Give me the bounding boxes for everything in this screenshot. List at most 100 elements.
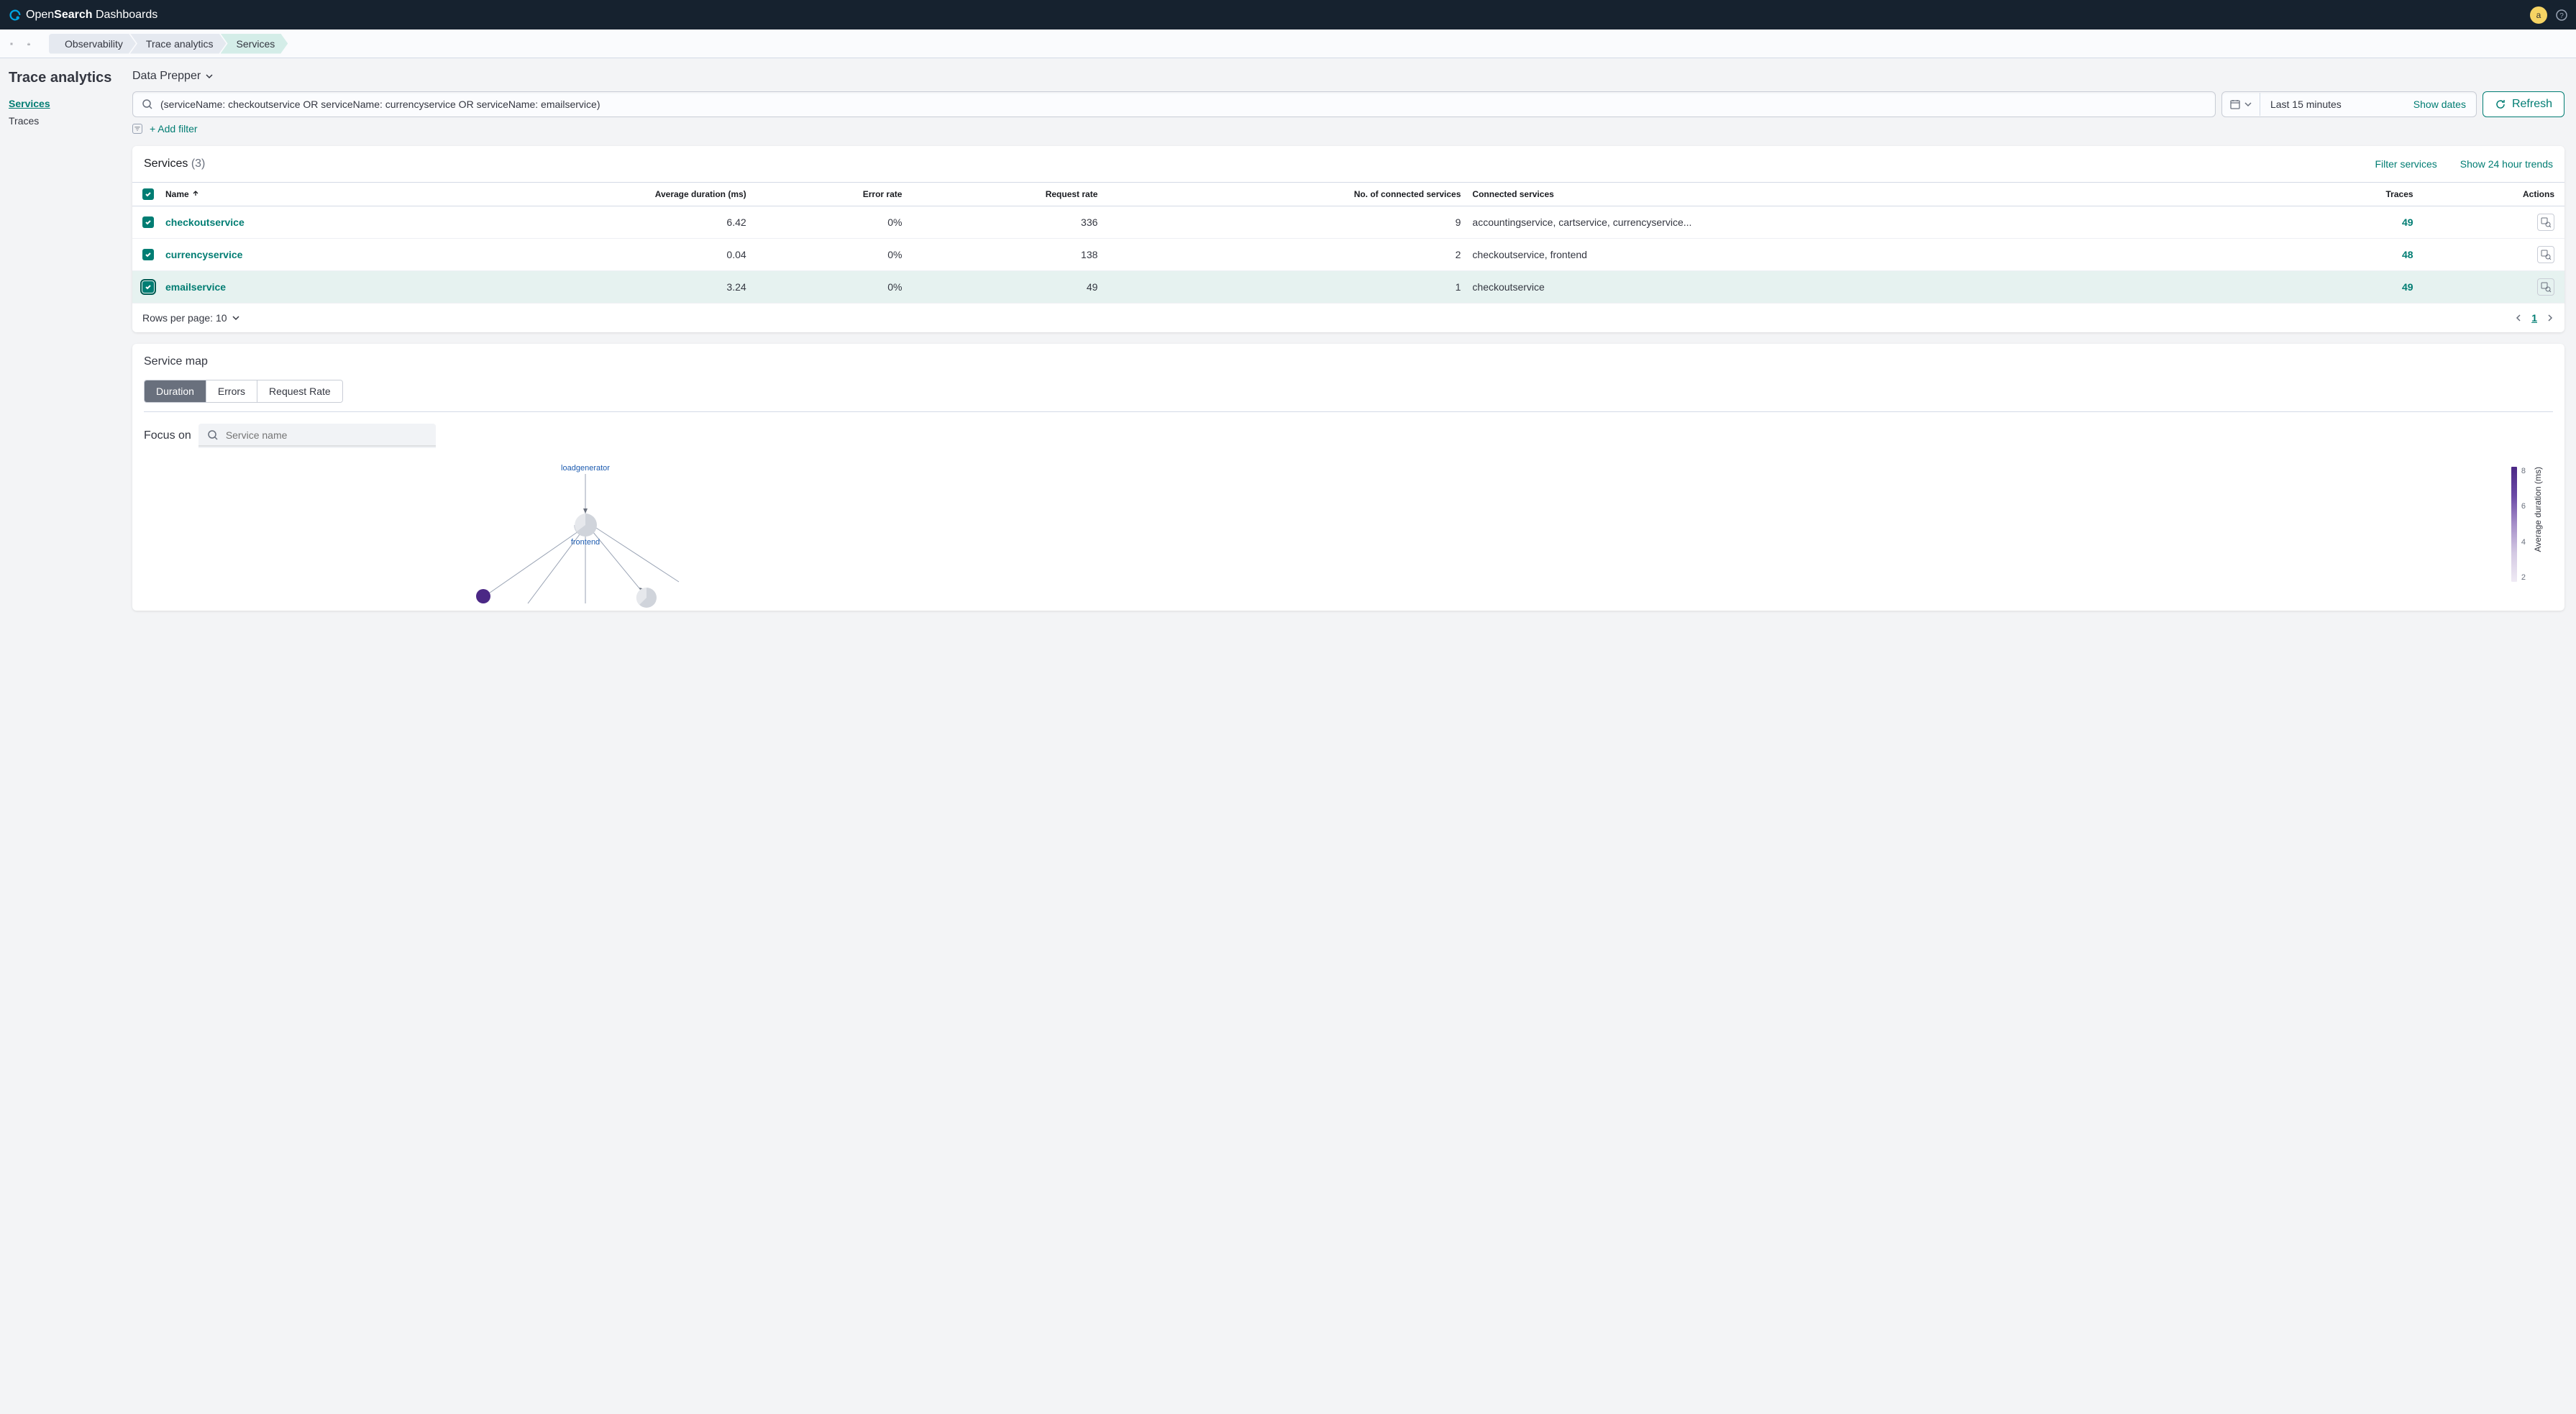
row-checkbox[interactable] — [142, 281, 154, 293]
tab-duration[interactable]: Duration — [145, 380, 206, 402]
inspect-icon — [2540, 216, 2552, 228]
focus-input[interactable] — [198, 424, 436, 448]
table-row[interactable]: checkoutservice 6.42 0% 336 9 accounting… — [132, 206, 2564, 239]
sidebar-item-services[interactable]: Services — [9, 95, 132, 112]
tab-request-rate[interactable]: Request Rate — [257, 380, 342, 402]
opensearch-logo-icon — [9, 9, 22, 22]
traces-link[interactable]: 49 — [2402, 281, 2413, 293]
inspect-icon — [2540, 249, 2552, 260]
service-link[interactable]: checkoutservice — [165, 216, 245, 228]
breadcrumb: Observability Trace analytics Services — [49, 34, 288, 54]
breadcrumb-services[interactable]: Services — [221, 34, 288, 54]
cell-avg: 6.42 — [437, 206, 752, 239]
menu-toggle-icon[interactable] — [6, 38, 17, 50]
breadcrumb-trace-analytics[interactable]: Trace analytics — [130, 34, 227, 54]
services-panel: Services (3) Filter services Show 24 hou… — [132, 146, 2564, 332]
cell-conn: checkoutservice, frontend — [1466, 239, 2174, 271]
inspect-button[interactable] — [2537, 214, 2554, 231]
cell-req: 138 — [908, 239, 1103, 271]
show-dates-button[interactable]: Show dates — [2413, 99, 2476, 110]
rows-per-page-selector[interactable]: Rows per page: 10 — [142, 312, 240, 324]
refresh-button[interactable]: Refresh — [2483, 91, 2564, 117]
filter-settings-icon[interactable] — [132, 124, 142, 134]
service-map-graph[interactable]: loadgenerator frontend 8 — [132, 460, 2564, 611]
data-source-selector[interactable]: Data Prepper — [132, 70, 214, 83]
cell-conn: accountingservice, cartservice, currency… — [1466, 206, 2174, 239]
node-frontend[interactable] — [574, 514, 597, 537]
table-row[interactable]: emailservice 3.24 0% 49 1 checkoutservic… — [132, 271, 2564, 304]
data-source-label: Data Prepper — [132, 70, 201, 83]
inspect-icon — [2540, 281, 2552, 293]
avatar[interactable]: a — [2530, 6, 2547, 24]
cell-avg: 3.24 — [437, 271, 752, 304]
service-map-panel: Service map Duration Errors Request Rate… — [132, 344, 2564, 611]
page-number[interactable]: 1 — [2531, 312, 2537, 324]
cell-req: 336 — [908, 206, 1103, 239]
time-picker[interactable]: Last 15 minutes Show dates — [2221, 91, 2477, 117]
sort-asc-icon — [192, 190, 199, 197]
legend-tick: 6 — [2521, 502, 2526, 511]
col-request-rate[interactable]: Request rate — [908, 183, 1103, 206]
row-checkbox[interactable] — [142, 216, 154, 228]
search-value: (serviceName: checkoutservice OR service… — [160, 99, 600, 110]
svg-text:?: ? — [2559, 12, 2564, 20]
node-partial[interactable] — [636, 588, 657, 608]
time-range-text: Last 15 minutes — [2260, 93, 2413, 116]
check-icon — [145, 251, 152, 258]
next-page-button[interactable] — [2546, 314, 2554, 322]
col-connected[interactable]: Connected services — [1466, 183, 2174, 206]
cell-conn-count: 1 — [1103, 271, 1466, 304]
node-label-frontend: frontend — [571, 538, 600, 547]
tab-errors[interactable]: Errors — [206, 380, 257, 402]
calendar-icon — [2229, 99, 2241, 110]
chevron-down-icon — [232, 314, 240, 322]
search-input[interactable]: (serviceName: checkoutservice OR service… — [132, 91, 2216, 117]
service-link[interactable]: currencyservice — [165, 249, 242, 260]
breadcrumb-observability[interactable]: Observability — [49, 34, 136, 54]
service-link[interactable]: emailservice — [165, 281, 226, 293]
refresh-icon — [2495, 99, 2506, 110]
search-icon — [207, 429, 219, 441]
col-actions: Actions — [2419, 183, 2564, 206]
help-icon[interactable]: ? — [2556, 9, 2567, 21]
col-avg-duration[interactable]: Average duration (ms) — [437, 183, 752, 206]
col-traces[interactable]: Traces — [2175, 183, 2419, 206]
check-icon — [145, 219, 152, 226]
logo[interactable]: OpenSearch Dashboards — [9, 9, 157, 22]
legend-tick: 4 — [2521, 538, 2526, 547]
col-name[interactable]: Name — [160, 183, 437, 206]
inspect-button[interactable] — [2537, 246, 2554, 263]
traces-link[interactable]: 49 — [2402, 216, 2413, 228]
col-error-rate[interactable]: Error rate — [752, 183, 908, 206]
filter-services-button[interactable]: Filter services — [2375, 158, 2436, 170]
add-filter-button[interactable]: + Add filter — [150, 123, 198, 134]
cell-err: 0% — [752, 271, 908, 304]
focus-text-input[interactable] — [226, 429, 427, 441]
app-header: OpenSearch Dashboards a ? — [0, 0, 2576, 29]
table-row[interactable]: currencyservice 0.04 0% 138 2 checkoutse… — [132, 239, 2564, 271]
legend-gradient — [2511, 467, 2517, 582]
legend-tick: 2 — [2521, 573, 2526, 582]
focus-label: Focus on — [144, 429, 191, 442]
cell-err: 0% — [752, 239, 908, 271]
traces-link[interactable]: 48 — [2402, 249, 2413, 260]
inspect-button[interactable] — [2537, 278, 2554, 296]
pagination: 1 — [2514, 312, 2554, 324]
logo-text: OpenSearch Dashboards — [26, 9, 157, 22]
show-trends-button[interactable]: Show 24 hour trends — [2460, 158, 2553, 170]
map-metric-tabs: Duration Errors Request Rate — [144, 380, 343, 403]
content: Data Prepper (serviceName: checkoutservi… — [132, 58, 2576, 634]
prev-page-button[interactable] — [2514, 314, 2523, 322]
home-icon[interactable] — [23, 38, 35, 50]
row-checkbox[interactable] — [142, 249, 154, 260]
time-quick-select[interactable] — [2222, 93, 2260, 116]
services-table: Name Average duration (ms) Error rate Re… — [132, 182, 2564, 304]
col-connected-count[interactable]: No. of connected services — [1103, 183, 1466, 206]
sidebar-item-traces[interactable]: Traces — [9, 112, 132, 129]
chevron-down-icon — [205, 72, 214, 81]
check-icon — [145, 191, 152, 198]
node-circle[interactable] — [476, 589, 490, 603]
check-icon — [145, 283, 152, 291]
select-all-header[interactable] — [132, 183, 160, 206]
map-legend: 8 6 4 2 Average duration (ms) — [2511, 467, 2543, 582]
